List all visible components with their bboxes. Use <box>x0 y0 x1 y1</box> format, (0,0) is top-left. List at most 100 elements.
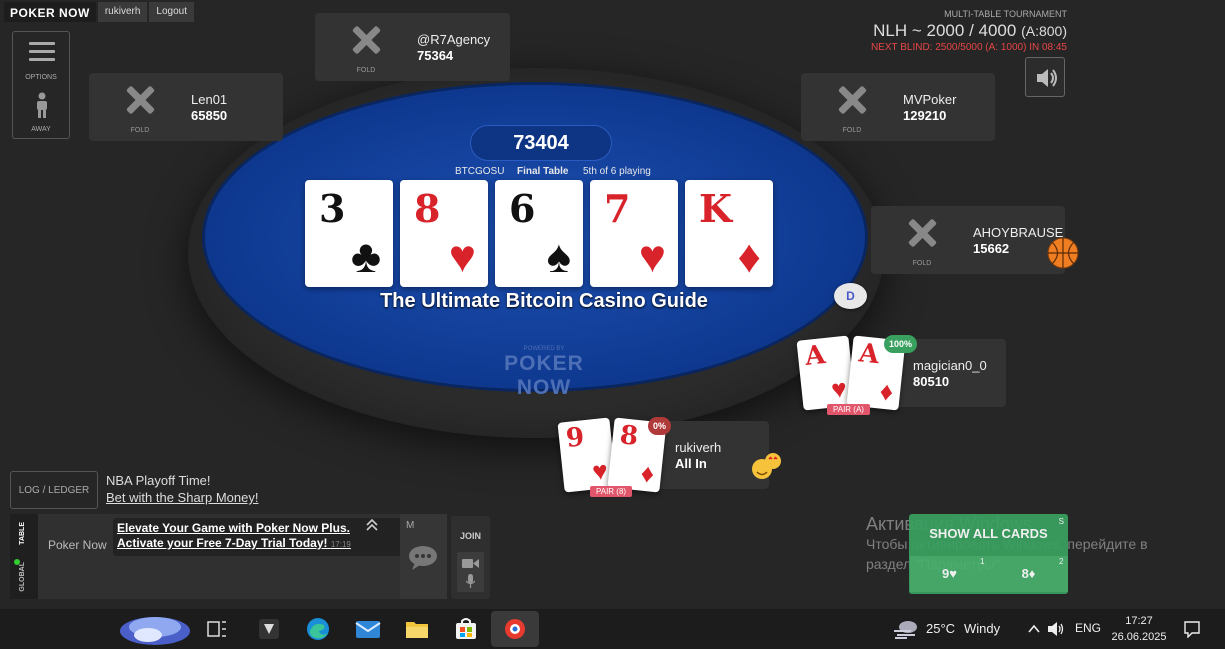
notifications-icon[interactable] <box>1183 620 1201 638</box>
camera-icon[interactable] <box>462 558 479 569</box>
logout-button[interactable]: Logout <box>149 2 195 22</box>
chevron-up-tray-icon[interactable] <box>1027 623 1041 635</box>
player-chips: 75364 <box>417 48 454 63</box>
card-suit: ♣ <box>350 230 381 282</box>
hand-rank-tag: PAIR (8) <box>590 486 633 497</box>
file-explorer-icon[interactable] <box>401 613 433 645</box>
show-all-cards-button[interactable]: SHOW ALL CARDS <box>909 526 1068 541</box>
card-rank: 6 <box>509 186 536 231</box>
chevron-up-icon[interactable] <box>364 518 380 532</box>
search-highlight-icon[interactable] <box>118 611 192 647</box>
board-card-2: 8 ♥ <box>400 180 488 287</box>
next-blind: NEXT BLIND: 2500/5000 (A: 1000) IN 08:45 <box>870 42 1067 53</box>
player-name: MVPoker <box>903 92 957 107</box>
card-rank: 9 <box>564 422 586 455</box>
emoji-reaction-icon[interactable] <box>751 452 783 480</box>
sound-button[interactable] <box>1025 57 1065 97</box>
blinds-level: NLH ~ 2000 / 4000 <box>873 21 1017 40</box>
card-suit: ♥ <box>590 455 610 487</box>
player-name: @R7Agency <box>417 32 491 47</box>
table-stage: Final Table <box>517 166 569 177</box>
seat-mvpoker[interactable]: FOLD MVPoker 129210 <box>801 73 995 141</box>
card-suit: ♥ <box>638 230 666 282</box>
player-name: Len01 <box>191 92 228 107</box>
card-suit: ♥ <box>448 230 476 282</box>
seat-status: FOLD <box>356 67 376 74</box>
clock-time: 17:27 <box>1125 615 1153 627</box>
store-icon[interactable] <box>450 613 482 645</box>
powered-by-brand: POKER NOW <box>504 352 584 399</box>
chat-time: 17:19 <box>330 540 351 549</box>
players-remaining: 5th of 6 playing <box>583 166 651 177</box>
board-card-5: K ♦ <box>685 180 773 287</box>
player-name: magician0_0 <box>913 358 987 373</box>
card-suit: ♦ <box>639 457 656 489</box>
chat-bubble-icon[interactable] <box>407 544 439 572</box>
shortcut-s: S <box>1058 517 1064 526</box>
seat-status: FOLD <box>842 127 862 134</box>
hand-rank-tag: PAIR (A) <box>827 404 870 415</box>
gaming-app-icon[interactable] <box>253 613 285 645</box>
poker-now-logo[interactable]: POKER NOW <box>4 2 96 22</box>
fold-x-icon <box>907 218 937 248</box>
chat-line-2[interactable]: Activate your Free 7-Day Trial Today! 17… <box>117 536 401 552</box>
away-label[interactable]: AWAY <box>13 126 69 133</box>
chat-sender: Poker Now <box>48 538 107 552</box>
card-rank: 8 <box>414 186 441 231</box>
language-indicator[interactable]: ENG <box>1075 621 1101 635</box>
weather-desc[interactable]: Windy <box>964 621 1000 636</box>
table-banner: The Ultimate Bitcoin Casino Guide <box>380 290 708 312</box>
board-card-1: 3 ♣ <box>305 180 393 287</box>
chat-tab-table[interactable]: TABLE <box>19 522 26 545</box>
promo-title: NBA Playoff Time! <box>106 473 211 488</box>
card-rank: A <box>803 340 827 373</box>
powered-by-logo: POWERED BY POKER NOW <box>478 346 610 400</box>
av-controls <box>457 552 484 592</box>
fold-x-icon <box>837 85 867 115</box>
card-rank: 8 <box>618 420 640 452</box>
edge-icon[interactable] <box>302 613 334 645</box>
seat-ahoybrause[interactable]: FOLD AHOYBRAUSE 15662 <box>871 206 1065 274</box>
options-label[interactable]: OPTIONS <box>13 74 69 81</box>
menu-icon[interactable] <box>29 42 55 62</box>
join-button[interactable]: JOIN <box>451 531 490 541</box>
promo-banner: NBA Playoff Time! Bet with the Sharp Mon… <box>106 473 258 505</box>
chat-tabs: TABLE GLOBAL <box>10 514 38 599</box>
promo-link[interactable]: Bet with the Sharp Money! <box>106 490 258 505</box>
dealer-button: D <box>834 283 867 309</box>
browser-active-icon[interactable] <box>491 611 539 647</box>
card-suit: ♦ <box>878 375 895 407</box>
card-suit: ♠ <box>546 230 571 282</box>
speaker-icon <box>1037 69 1057 87</box>
shortcut-1: 1 <box>980 557 985 566</box>
away-person-icon[interactable] <box>35 92 49 118</box>
clock-date: 26.06.2025 <box>1111 631 1167 643</box>
show-card-1-button[interactable]: 9♥ <box>910 556 989 592</box>
clock[interactable]: 17:27 26.06.2025 <box>1111 613 1167 645</box>
username-button[interactable]: rukiverh <box>97 2 148 22</box>
seat-status: FOLD <box>130 127 150 134</box>
player-chips: 129210 <box>903 108 947 123</box>
chat-line-1[interactable]: Elevate Your Game with Poker Now Plus. <box>117 521 401 536</box>
chat-actions: M <box>400 514 447 599</box>
windows-taskbar: 25°C Windy ENG 17:27 26.06.2025 <box>0 609 1225 649</box>
card-rank: 7 <box>604 186 631 231</box>
seat-r7agency[interactable]: FOLD @R7Agency 75364 <box>315 13 510 81</box>
volume-icon[interactable] <box>1047 621 1065 637</box>
task-view-icon[interactable] <box>201 613 233 645</box>
equity-badge: 100% <box>884 335 918 353</box>
chat-tab-global[interactable]: GLOBAL <box>19 562 26 592</box>
mail-icon[interactable] <box>352 613 384 645</box>
player-chips: 65850 <box>191 108 228 123</box>
player-name: rukiverh <box>675 440 722 455</box>
log-ledger-button[interactable]: LOG / LEDGER <box>10 471 98 509</box>
weather-windy-icon[interactable] <box>893 619 919 639</box>
microphone-icon[interactable] <box>466 574 475 588</box>
chat-mode[interactable]: M <box>406 520 414 531</box>
card-rank: K <box>699 186 733 231</box>
seat-len01[interactable]: FOLD Len01 65850 <box>89 73 283 141</box>
show-card-2-button[interactable]: 8♦ <box>989 556 1068 592</box>
show-all-cards-panel: SHOW ALL CARDS S 9♥ 8♦ 1 2 <box>909 514 1068 594</box>
weather-temp[interactable]: 25°C <box>926 621 955 636</box>
pot-amount: 73404 <box>470 125 612 161</box>
